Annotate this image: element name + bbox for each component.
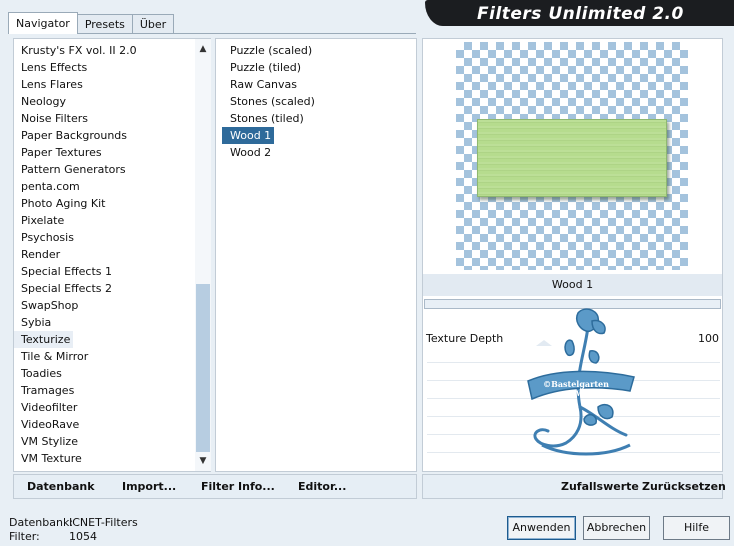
current-filter-name: Wood 1 bbox=[423, 274, 722, 296]
left-toolbar: Datenbank Import... Filter Info... Edito… bbox=[13, 474, 417, 499]
category-item[interactable]: Special Effects 2 bbox=[14, 280, 194, 297]
category-item[interactable]: Neology bbox=[14, 93, 194, 110]
filter-count-label: Filter: bbox=[9, 530, 40, 543]
category-item[interactable]: VideoRave bbox=[14, 416, 194, 433]
scroll-down-icon[interactable]: ▼ bbox=[195, 453, 211, 469]
category-item[interactable]: Texturize bbox=[14, 331, 73, 348]
category-scrollbar[interactable]: ▲ ▼ bbox=[195, 39, 211, 471]
parameter-area: Texture Depth 100 ©Bastelgarten Wien bbox=[423, 308, 722, 471]
zuruecksetzen-button[interactable]: Zurücksetzen bbox=[642, 480, 726, 493]
tab-presets[interactable]: Presets bbox=[76, 14, 133, 34]
category-item[interactable]: Krusty's FX vol. II 2.0 bbox=[14, 42, 194, 59]
filter-item[interactable]: Stones (scaled) bbox=[222, 93, 412, 110]
filter-list-panel: Puzzle (scaled) Puzzle (tiled) Raw Canvas S… bbox=[215, 38, 417, 472]
filter-item[interactable]: Raw Canvas bbox=[222, 76, 412, 93]
scroll-up-icon[interactable]: ▲ bbox=[195, 41, 211, 57]
apply-button[interactable]: Anwenden bbox=[507, 516, 576, 540]
datenbank-status-label: Datenbank: bbox=[9, 516, 74, 529]
texture-depth-label: Texture Depth bbox=[426, 332, 504, 345]
import-button[interactable]: Import... bbox=[122, 480, 176, 493]
category-item[interactable]: Render bbox=[14, 246, 194, 263]
category-item[interactable]: Videofilter bbox=[14, 399, 194, 416]
category-item[interactable]: Pattern Generators bbox=[14, 161, 194, 178]
category-item[interactable]: penta.com bbox=[14, 178, 194, 195]
category-list-panel: Krusty's FX vol. II 2.0 Lens Effects Lens … bbox=[13, 38, 211, 472]
app-title: Filters Unlimited 2.0 bbox=[477, 4, 684, 24]
tab-ueber[interactable]: Über bbox=[131, 14, 175, 34]
filter-count-value: 1054 bbox=[69, 530, 97, 543]
category-item[interactable]: Sybia bbox=[14, 314, 194, 331]
status-info: Datenbank: ICNET-Filters Filter: 1054 bbox=[9, 516, 138, 544]
category-item[interactable]: Tramages bbox=[14, 382, 194, 399]
right-toolbar: Zufallswerte Zurücksetzen bbox=[422, 474, 726, 499]
filter-info-button[interactable]: Filter Info... bbox=[201, 480, 275, 493]
tab-navigator[interactable]: Navigator bbox=[8, 12, 78, 34]
category-item[interactable]: Paper Backgrounds bbox=[14, 127, 194, 144]
datenbank-button[interactable]: Datenbank bbox=[27, 480, 95, 493]
category-item[interactable]: Lens Effects bbox=[14, 59, 194, 76]
category-item[interactable]: Paper Textures bbox=[14, 144, 194, 161]
category-item[interactable]: Noise Filters bbox=[14, 110, 194, 127]
watermark-logo: ©Bastelgarten Wien bbox=[527, 308, 635, 456]
filter-item[interactable]: Wood 1 bbox=[222, 127, 274, 144]
scroll-thumb[interactable] bbox=[196, 284, 210, 452]
datenbank-status-value: ICNET-Filters bbox=[69, 516, 138, 529]
wood-texture-preview bbox=[477, 119, 667, 197]
category-item[interactable]: Toadies bbox=[14, 365, 194, 382]
help-button[interactable]: Hilfe bbox=[663, 516, 730, 540]
tab-bar: Navigator Presets Über bbox=[8, 12, 175, 34]
preview-canvas bbox=[456, 42, 688, 270]
watermark-text-2: Wien bbox=[575, 389, 596, 398]
editor-button[interactable]: Editor... bbox=[298, 480, 346, 493]
filter-item[interactable]: Wood 2 bbox=[222, 144, 412, 161]
filter-item[interactable]: Puzzle (scaled) bbox=[222, 42, 412, 59]
category-item[interactable]: Tile & Mirror bbox=[14, 348, 194, 365]
category-item[interactable]: Special Effects 1 bbox=[14, 263, 194, 280]
category-list: Krusty's FX vol. II 2.0 Lens Effects Lens … bbox=[14, 42, 194, 467]
category-item[interactable]: Psychosis bbox=[14, 229, 194, 246]
zufallswerte-button[interactable]: Zufallswerte bbox=[561, 480, 639, 493]
category-item[interactable]: SwapShop bbox=[14, 297, 194, 314]
filter-item[interactable]: Puzzle (tiled) bbox=[222, 59, 412, 76]
filter-list: Puzzle (scaled) Puzzle (tiled) Raw Canvas S… bbox=[222, 42, 412, 161]
cancel-button[interactable]: Abbrechen bbox=[583, 516, 650, 540]
title-banner: Filters Unlimited 2.0 bbox=[425, 0, 734, 26]
category-item[interactable]: Lens Flares bbox=[14, 76, 194, 93]
category-item[interactable]: Photo Aging Kit bbox=[14, 195, 194, 212]
category-item[interactable]: VM Texture bbox=[14, 450, 194, 467]
filter-item[interactable]: Stones (tiled) bbox=[222, 110, 412, 127]
category-item[interactable]: VM Stylize bbox=[14, 433, 194, 450]
preview-panel: Wood 1 Texture Depth 100 ©Bastelgarten W… bbox=[422, 38, 723, 472]
texture-depth-value[interactable]: 100 bbox=[698, 332, 719, 345]
watermark-text-1: ©Bastelgarten bbox=[543, 379, 609, 389]
category-item[interactable]: Pixelate bbox=[14, 212, 194, 229]
